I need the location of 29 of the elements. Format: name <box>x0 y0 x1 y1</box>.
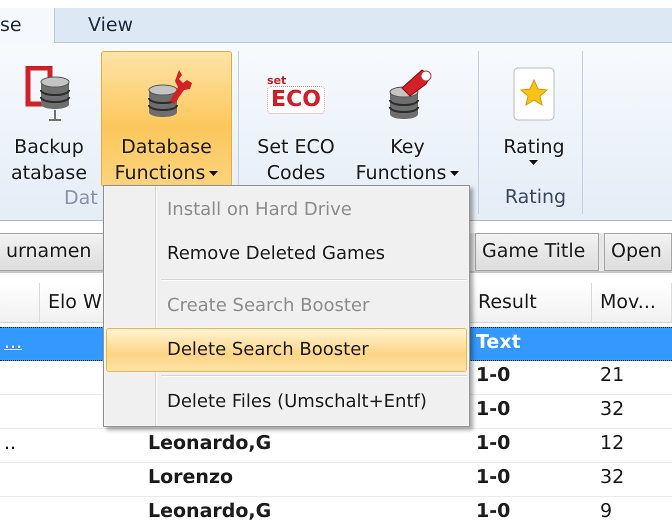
table-cell: .. <box>4 432 16 454</box>
button-label: Functions <box>114 161 206 186</box>
table-cell: 9 <box>600 500 612 522</box>
table-cell: 1-0 <box>476 398 510 420</box>
table-cell: 32 <box>600 398 624 420</box>
button-label: Backup <box>14 135 84 160</box>
group-label: Dat <box>64 187 98 209</box>
table-cell: 32 <box>600 466 624 488</box>
table-cell: 1-0 <box>476 500 510 522</box>
button-label: Database <box>121 135 212 160</box>
table-cell: Leonardo,G <box>148 432 272 454</box>
button-label: Codes <box>266 161 326 186</box>
table-cell: Leonardo,G <box>148 500 272 522</box>
button-label: Key <box>390 135 425 160</box>
table-cell: 1-0 <box>476 432 510 454</box>
table-cell: 12 <box>600 432 624 454</box>
button-label: Rating <box>503 135 565 160</box>
table-cell: 21 <box>600 364 624 386</box>
table-cell: 1-0 <box>476 364 510 386</box>
table-cell: ... <box>4 331 22 353</box>
group-label: Rating <box>504 186 566 208</box>
eco-logo-text: ECO <box>267 86 325 114</box>
button-label: Set ECO <box>257 135 335 160</box>
table-cell: Text <box>476 331 521 353</box>
button-label: atabase <box>10 161 88 186</box>
table-cell: 1-0 <box>476 466 510 488</box>
button-label: Functions <box>356 161 446 186</box>
eco-caption: set <box>267 74 286 86</box>
table-cell: Lorenzo <box>148 466 234 488</box>
